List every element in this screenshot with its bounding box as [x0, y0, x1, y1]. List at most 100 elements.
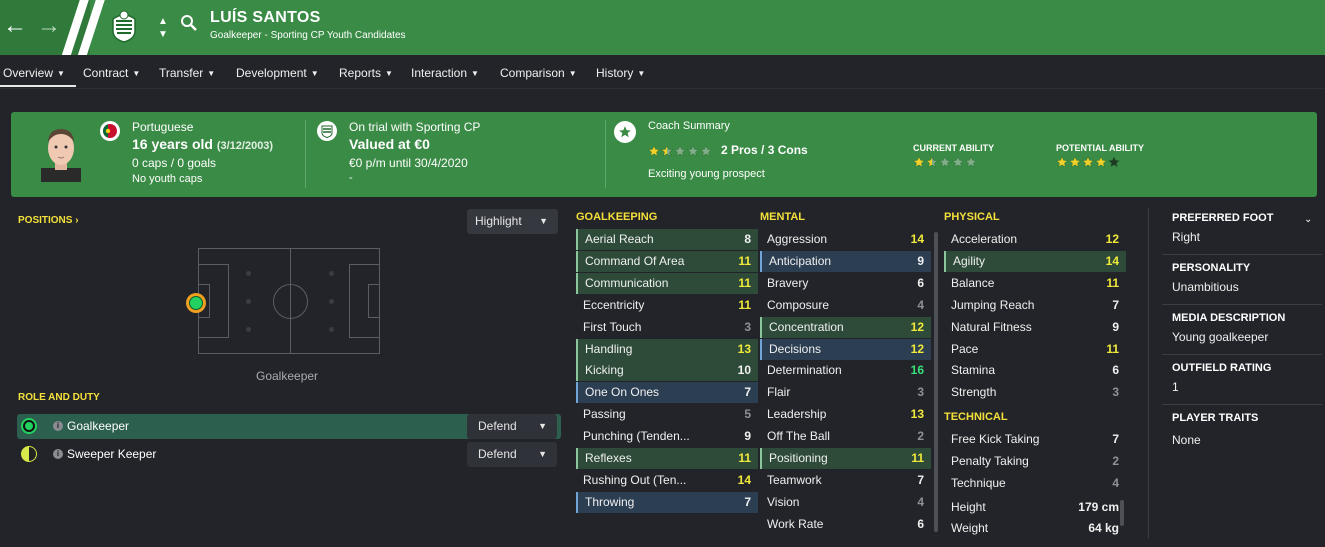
attribute-row[interactable]: Balance 11 — [944, 273, 1126, 294]
chevron-down-icon: ▼ — [539, 216, 548, 226]
attribute-name: Off The Ball — [767, 429, 830, 444]
chevron-down-icon: ▼ — [57, 69, 65, 78]
attribute-row[interactable]: Bravery 6 — [760, 273, 931, 294]
attribute-row[interactable]: Stamina 6 — [944, 360, 1126, 381]
outfield-rating-label: OUTFIELD RATING — [1172, 362, 1272, 374]
search-icon[interactable] — [180, 14, 198, 32]
attribute-row[interactable]: Free Kick Taking 7 — [944, 429, 1126, 450]
arrow-left-icon[interactable]: ← — [3, 12, 27, 40]
info-icon[interactable]: i — [53, 421, 63, 431]
attribute-row[interactable]: Natural Fitness 9 — [944, 317, 1126, 338]
attribute-value: 11 — [738, 297, 751, 312]
player-summary-panel: Portuguese 16 years old (3/12/2003) 0 ca… — [11, 112, 1317, 197]
tab-comparison[interactable]: Comparison ▼ — [500, 66, 577, 80]
star-icon — [952, 156, 964, 168]
page-title: LUÍS SANTOS — [210, 9, 321, 26]
attribute-name: Eccentricity — [583, 297, 645, 312]
center-circle — [273, 284, 308, 319]
personality: Unambitious — [1172, 280, 1239, 294]
scrollbar[interactable] — [934, 232, 938, 532]
tab-development[interactable]: Development ▼ — [236, 66, 319, 80]
mental-heading: MENTAL — [760, 211, 806, 223]
attribute-row[interactable]: Command Of Area 11 — [576, 250, 758, 272]
goalkeeper-position-marker[interactable] — [186, 293, 206, 313]
attribute-row[interactable]: Leadership 13 — [760, 404, 931, 425]
chevron-down-icon: ▼ — [207, 69, 216, 78]
attribute-row[interactable]: Reflexes 11 — [576, 448, 758, 469]
pros-cons[interactable]: 2 Pros / 3 Cons — [721, 143, 808, 157]
attribute-row[interactable]: Agility 14 — [944, 250, 1126, 272]
duty-dropdown[interactable]: Defend ▼ — [467, 442, 557, 467]
attribute-row[interactable]: Composure 4 — [760, 295, 931, 316]
divider — [305, 120, 306, 188]
attribute-row[interactable]: First Touch 3 — [576, 317, 758, 338]
tab-history[interactable]: History ▼ — [596, 66, 645, 80]
attribute-row[interactable]: Determination 16 — [760, 360, 931, 381]
attribute-row[interactable]: Communication 11 — [576, 272, 758, 294]
attribute-row[interactable]: Rushing Out (Ten... 14 — [576, 470, 758, 491]
attribute-row[interactable]: Aggression 14 — [760, 229, 931, 250]
attribute-value: 3 — [744, 319, 751, 334]
player-traits: None — [1172, 433, 1201, 447]
attribute-row[interactable]: Punching (Tenden... 9 — [576, 426, 758, 447]
media-description: Young goalkeeper — [1172, 330, 1269, 344]
scrollbar[interactable] — [1120, 500, 1124, 526]
tab-interaction[interactable]: Interaction ▼ — [411, 66, 479, 80]
chevron-down-icon: ▼ — [538, 449, 547, 459]
tab-contract[interactable]: Contract ▼ — [83, 66, 140, 80]
role-row-sweeper-keeper[interactable]: i Sweeper Keeper Defend ▼ — [17, 442, 561, 467]
attribute-name: Concentration — [769, 319, 844, 334]
attribute-value: 11 — [738, 451, 751, 465]
attribute-row[interactable]: Work Rate 6 — [760, 514, 931, 535]
attribute-row[interactable]: Pace 11 — [944, 339, 1126, 360]
position-slot — [246, 271, 251, 276]
attribute-value: 16 — [910, 363, 924, 378]
attribute-name: Bravery — [767, 275, 809, 290]
attribute-row[interactable]: Aerial Reach 8 — [576, 229, 758, 250]
pitch-position-label: Goalkeeper — [256, 369, 319, 383]
weight-row: Weight 64 kg — [951, 521, 1119, 535]
attribute-row[interactable]: Throwing 7 — [576, 491, 758, 513]
attribute-row[interactable]: Handling 13 — [576, 338, 758, 360]
attribute-row[interactable]: Decisions 12 — [760, 338, 931, 360]
attribute-value: 10 — [737, 363, 751, 378]
youth-caps: No youth caps — [132, 173, 203, 185]
coach-star-rating — [648, 145, 712, 157]
attribute-row[interactable]: Teamwork 7 — [760, 470, 931, 491]
position-slot — [246, 299, 251, 304]
contract-extra: - — [349, 172, 353, 184]
attribute-row[interactable]: Vision 4 — [760, 492, 931, 513]
attribute-row[interactable]: Flair 3 — [760, 382, 931, 403]
arrow-right-icon[interactable]: → — [37, 12, 61, 40]
duty-dropdown[interactable]: Defend ▼ — [467, 414, 557, 439]
attribute-row[interactable]: Penalty Taking 2 — [944, 451, 1126, 472]
attribute-row[interactable]: Off The Ball 2 — [760, 426, 931, 447]
highlight-dropdown[interactable]: Highlight ▼ — [467, 209, 558, 234]
attribute-value: 13 — [910, 407, 924, 422]
attribute-row[interactable]: Eccentricity 11 — [576, 295, 758, 316]
chevron-up-down-icon[interactable]: ▲ ▼ — [158, 15, 168, 41]
attribute-row[interactable]: Jumping Reach 7 — [944, 295, 1126, 316]
attribute-row[interactable]: Technique 4 — [944, 473, 1126, 494]
chevron-down-icon[interactable]: ⌄ — [1304, 214, 1312, 225]
attribute-row[interactable]: Positioning 11 — [760, 448, 931, 469]
role-suitability-icon — [21, 446, 37, 462]
portugal-flag-icon — [100, 121, 120, 141]
info-icon[interactable]: i — [53, 449, 63, 459]
attribute-name: Penalty Taking — [951, 453, 1029, 468]
personality-label: PERSONALITY — [1172, 262, 1251, 274]
star-icon — [1056, 156, 1068, 168]
attribute-row[interactable]: Anticipation 9 — [760, 250, 931, 272]
tab-reports[interactable]: Reports ▼ — [339, 66, 393, 80]
attribute-row[interactable]: Passing 5 — [576, 404, 758, 425]
attribute-row[interactable]: Kicking 10 — [576, 360, 758, 382]
attribute-row[interactable]: Concentration 12 — [760, 316, 931, 338]
tab-overview[interactable]: Overview ▼ — [3, 66, 65, 80]
attribute-name: Passing — [583, 407, 626, 422]
attribute-row[interactable]: Acceleration 12 — [944, 229, 1126, 250]
tab-transfer[interactable]: Transfer ▼ — [159, 66, 215, 80]
attribute-row[interactable]: Strength 3 — [944, 382, 1126, 403]
positions-heading[interactable]: POSITIONS › — [18, 215, 79, 226]
role-row-goalkeeper[interactable]: i Goalkeeper Defend ▼ — [17, 414, 561, 439]
attribute-row[interactable]: One On Ones 7 — [576, 382, 758, 404]
